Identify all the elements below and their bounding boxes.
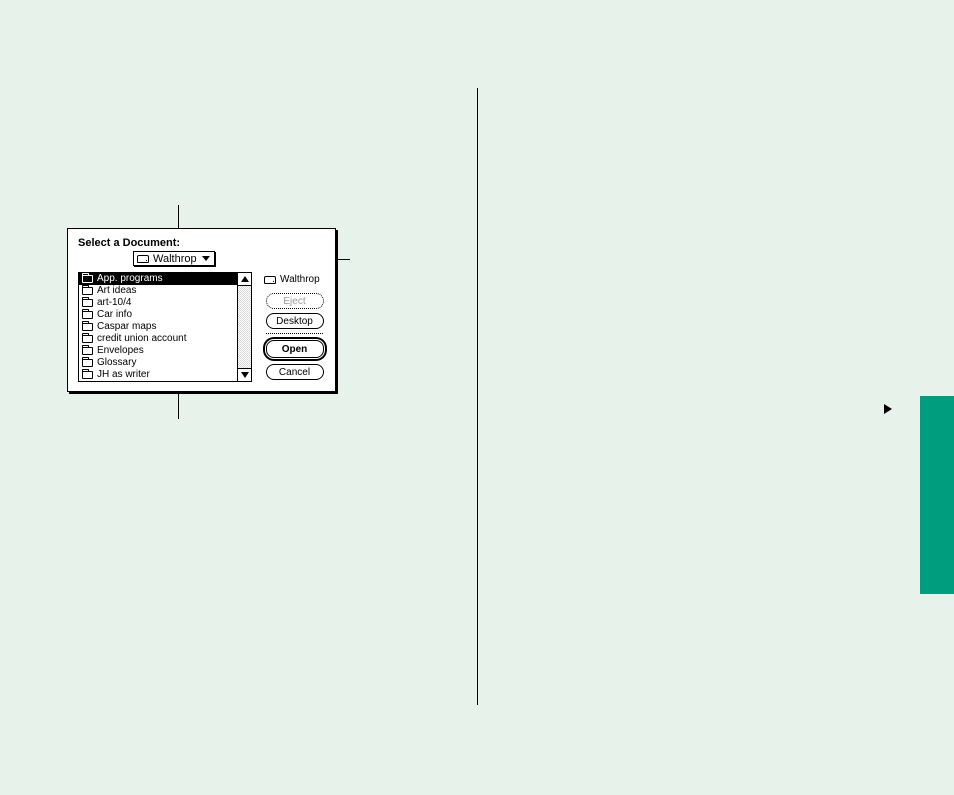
open-file-dialog: Select a Document: Walthrop App. program… <box>67 228 336 392</box>
page-side-tab <box>920 396 954 594</box>
folder-icon <box>82 323 93 331</box>
list-item[interactable]: Envelopes <box>79 345 237 357</box>
scroll-down-button[interactable] <box>238 368 251 381</box>
list-item-label: Art ideas <box>97 286 136 296</box>
folder-icon <box>82 347 93 355</box>
folder-icon <box>82 287 93 295</box>
folder-icon <box>82 359 93 367</box>
folder-icon <box>82 371 93 379</box>
chevron-down-icon <box>202 256 210 261</box>
play-arrow-icon <box>884 404 892 414</box>
volume-label: Walthrop <box>280 274 320 285</box>
list-item[interactable]: credit union account <box>79 333 237 345</box>
list-item[interactable]: art-10/4 <box>79 297 237 309</box>
folder-icon <box>82 335 93 343</box>
scroll-up-button[interactable] <box>238 273 251 286</box>
list-item[interactable]: JH as writer <box>79 369 237 381</box>
directory-popup[interactable]: Walthrop <box>133 251 215 266</box>
list-item[interactable]: Car info <box>79 309 237 321</box>
list-item-label: App. programs <box>97 274 163 284</box>
list-item-label: Caspar maps <box>97 322 156 332</box>
folder-icon <box>82 275 93 283</box>
list-item[interactable]: Art ideas <box>79 285 237 297</box>
volume-indicator: Walthrop <box>264 274 325 285</box>
page-column-divider <box>477 88 478 705</box>
list-item-label: Glossary <box>97 358 136 368</box>
arrow-down-icon <box>241 372 249 378</box>
arrow-up-icon <box>241 276 249 282</box>
file-list[interactable]: App. programs Art ideas art-10/4 Car info Ca… <box>78 272 238 382</box>
list-item[interactable]: App. programs <box>79 273 237 285</box>
folder-icon <box>82 311 93 319</box>
folder-icon <box>82 299 93 307</box>
list-scrollbar[interactable] <box>238 272 252 382</box>
hard-disk-icon <box>137 255 149 263</box>
list-item[interactable]: Caspar maps <box>79 321 237 333</box>
list-item-label: art-10/4 <box>97 298 131 308</box>
eject-button: Eject <box>266 293 324 309</box>
directory-popup-label: Walthrop <box>153 253 197 265</box>
hard-disk-icon <box>264 276 276 284</box>
cancel-button[interactable]: Cancel <box>266 364 324 380</box>
list-item-label: JH as writer <box>97 370 150 380</box>
list-item-label: Envelopes <box>97 346 144 356</box>
dialog-title: Select a Document: <box>78 237 325 249</box>
open-button[interactable]: Open <box>266 340 324 358</box>
list-item-label: Car info <box>97 310 132 320</box>
button-group-separator <box>266 333 323 334</box>
desktop-button[interactable]: Desktop <box>266 313 324 329</box>
list-item[interactable]: Glossary <box>79 357 237 369</box>
list-item-label: credit union account <box>97 334 187 344</box>
